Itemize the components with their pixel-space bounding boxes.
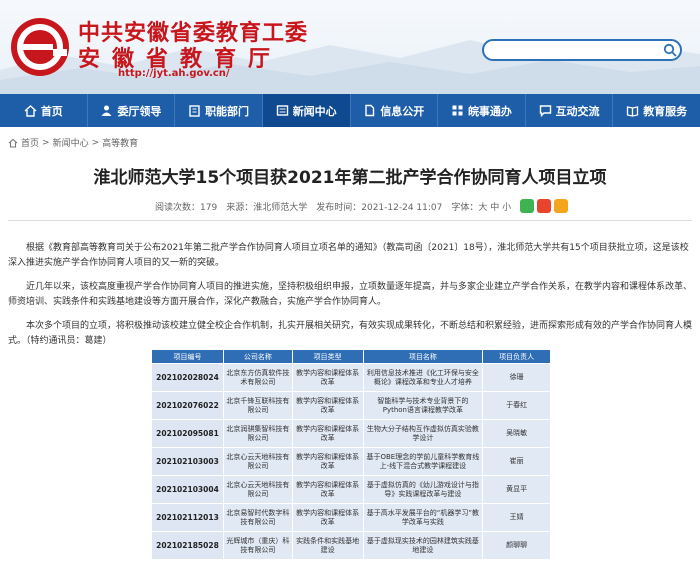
paragraph: 本次多个项目的立项，将积极推动该校建立健全校企合作机制，扎实开展相关研究，有效实… <box>8 321 693 346</box>
search-icon[interactable] <box>663 43 677 57</box>
document-icon <box>365 104 375 117</box>
breadcrumb: 首页 > 新闻中心 > 高等教育 <box>8 136 138 149</box>
column-header: 公司名称 <box>222 349 293 364</box>
nav-item-services[interactable]: 皖事通办 <box>438 94 526 127</box>
table-row: 202102112013 北京易智时代数字科技有限公司 教学内容和课程体系改革 … <box>151 503 551 532</box>
article-title: 淮北师范大学15个项目获2021年第二批产学合作协同育人项目立项 <box>93 168 607 188</box>
star-icon[interactable] <box>554 199 569 213</box>
main-nav: 首页 委厅领导 职能部门 新闻中心 信息公开 皖事通办 互动交流 教育服务 <box>0 94 700 127</box>
nav-label: 教育服务 <box>643 104 688 118</box>
table-row: 202102076022 北京千锋互联科技有限公司 教学内容和课程体系改革 智能… <box>151 391 551 420</box>
site-url[interactable]: http://jyt.ah.gov.cn/ <box>118 68 230 79</box>
article-meta: 阅读次数：179 来源：淮北师范大学 发布时间：2021-12-24 11:07… <box>155 199 569 213</box>
table-row: 202102103004 北京心云天地科技有限公司 教学内容和课程体系改革 基于… <box>151 475 551 504</box>
nav-item-departments[interactable]: 职能部门 <box>175 94 263 127</box>
nav-item-education-services[interactable]: 教育服务 <box>613 94 700 127</box>
news-icon <box>276 105 288 116</box>
breadcrumb-news[interactable]: 新闻中心 <box>53 136 89 149</box>
publish-date: 发布时间：2021-12-24 11:07 <box>316 202 443 213</box>
building-icon <box>189 105 200 117</box>
breadcrumb-home[interactable]: 首页 <box>21 136 39 149</box>
font-size-control: 字体：大 中 小 <box>451 202 512 213</box>
project-table: 项目编号 公司名称 项目类型 项目名称 项目负责人 202102028024 北… <box>151 349 551 560</box>
book-icon <box>627 106 639 117</box>
article-body: 根据《教育部高等教育司关于公布2021年第二批产学合作协同育人项目立项名单的通知… <box>8 241 692 358</box>
nav-item-leaders[interactable]: 委厅领导 <box>88 94 176 127</box>
search-input[interactable] <box>482 39 682 61</box>
nav-label: 信息公开 <box>380 104 425 118</box>
paragraph: 近几年以来，该校高度重视产学合作协同育人项目的推进实施，坚持积极组织申报，立项数… <box>8 282 693 307</box>
share-buttons <box>520 199 569 213</box>
nav-label: 职能部门 <box>205 104 250 118</box>
location-icon <box>8 138 18 148</box>
breadcrumb-separator: > <box>42 137 50 148</box>
table-row: 202102103003 北京心云天地科技有限公司 教学内容和课程体系改革 基于… <box>151 447 551 476</box>
nav-label: 互动交流 <box>555 104 600 118</box>
divider <box>8 220 692 221</box>
font-large-button[interactable]: 大 <box>478 203 487 213</box>
service-icon <box>452 105 463 116</box>
font-small-button[interactable]: 小 <box>502 203 511 213</box>
views: 阅读次数：179 <box>155 202 218 213</box>
nav-item-news[interactable]: 新闻中心 <box>262 94 351 127</box>
nav-label: 委厅领导 <box>117 104 162 118</box>
breadcrumb-higher-education[interactable]: 高等教育 <box>102 136 138 149</box>
table-row: 202102095081 北京润骐集智科技有限公司 教学内容和课程体系改革 生物… <box>151 419 551 448</box>
weibo-icon[interactable] <box>537 199 552 213</box>
column-header: 项目编号 <box>151 349 224 364</box>
column-header: 项目名称 <box>362 349 484 364</box>
source: 来源：淮北师范大学 <box>226 202 308 213</box>
nav-item-home[interactable]: 首页 <box>0 94 88 127</box>
site-header: 中共安徽省委教育工委 安徽省教育厅 http://jyt.ah.gov.cn/ <box>0 0 700 94</box>
nav-item-info-disclosure[interactable]: 信息公开 <box>351 94 439 127</box>
table-row: 202102185028 光辉城市（重庆）科技有限公司 实践条件和实践基地建设 … <box>151 531 551 560</box>
home-icon <box>24 105 37 117</box>
table-row: 202102028024 北京东方仿真软件技术有限公司 教学内容和课程体系改革 … <box>151 363 551 392</box>
nav-label: 皖事通办 <box>467 104 512 118</box>
column-header: 项目负责人 <box>482 349 551 364</box>
wechat-icon[interactable] <box>520 199 535 213</box>
column-header: 项目类型 <box>291 349 364 364</box>
breadcrumb-separator: > <box>91 137 100 148</box>
nav-label: 首页 <box>40 104 63 118</box>
chat-icon <box>539 105 551 117</box>
department-logo <box>11 18 69 76</box>
nav-label: 新闻中心 <box>292 104 337 118</box>
table-header-row: 项目编号 公司名称 项目类型 项目名称 项目负责人 <box>151 349 551 364</box>
font-medium-button[interactable]: 中 <box>490 203 499 213</box>
paragraph: 根据《教育部高等教育司关于公布2021年第二批产学合作协同育人项目立项名单的通知… <box>8 243 689 268</box>
people-icon <box>101 105 112 116</box>
nav-item-interaction[interactable]: 互动交流 <box>526 94 614 127</box>
